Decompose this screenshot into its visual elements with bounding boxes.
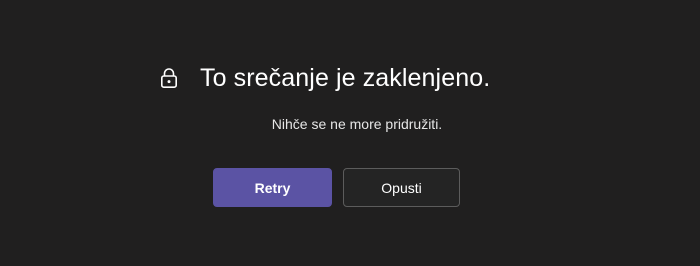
locked-meeting-screen: To srečanje je zaklenjeno. Nihče se ne m… <box>0 0 700 266</box>
status-message: Nihče se ne more pridružiti. <box>271 116 443 132</box>
lock-icon <box>158 66 180 90</box>
action-buttons: Retry Opusti <box>213 168 460 207</box>
dismiss-button[interactable]: Opusti <box>343 168 460 207</box>
title-row: To srečanje je zaklenjeno. <box>158 58 490 98</box>
retry-button[interactable]: Retry <box>213 168 332 207</box>
page-title: To srečanje je zaklenjeno. <box>200 63 491 92</box>
